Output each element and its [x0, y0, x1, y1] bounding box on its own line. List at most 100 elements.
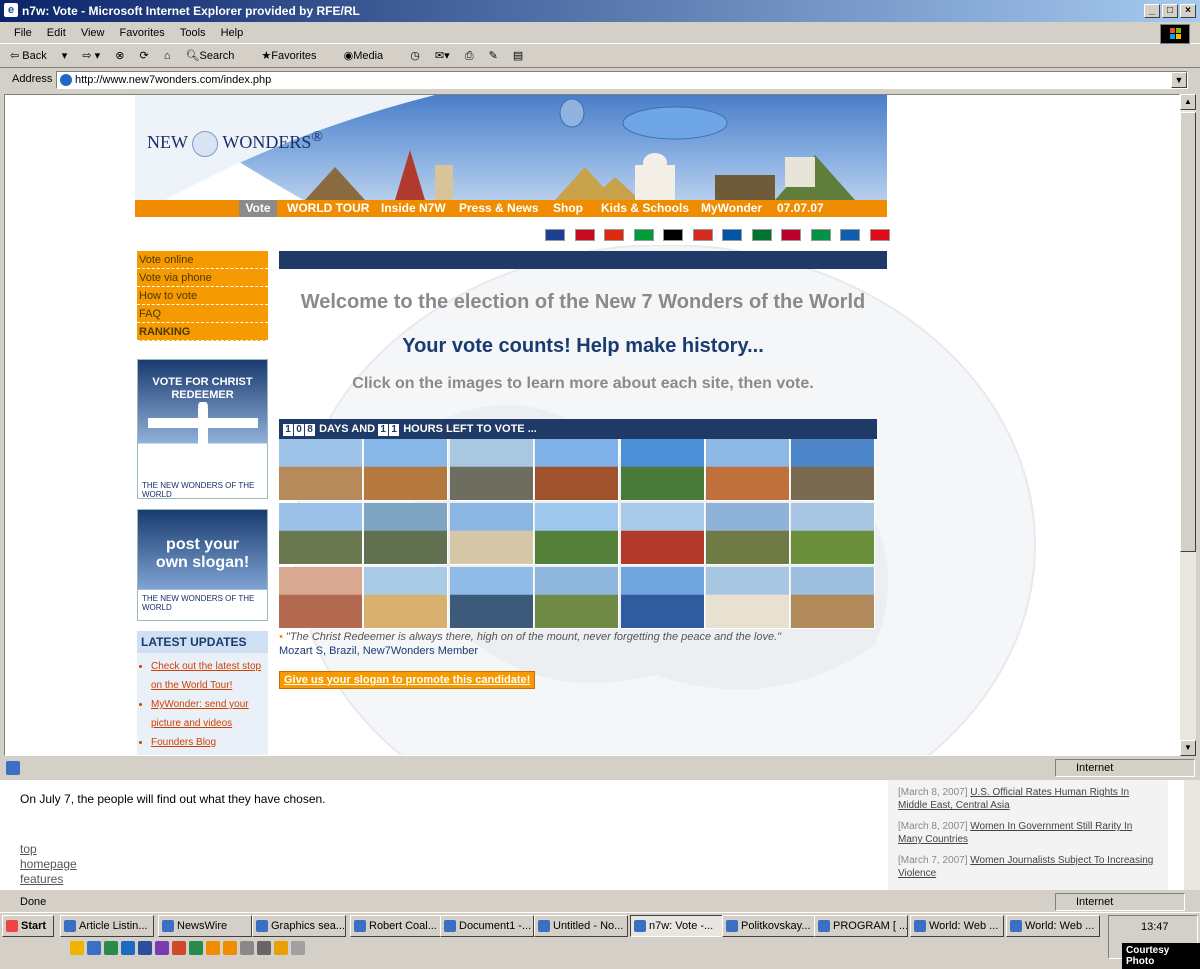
language-flag-icon[interactable] [781, 229, 801, 241]
mail-icon[interactable]: ✉▾ [435, 50, 450, 62]
wonder-thumbnail[interactable] [535, 567, 620, 629]
taskbar-window-button[interactable]: Robert Coal... [350, 915, 444, 937]
wonder-thumbnail[interactable] [449, 503, 534, 565]
nav-press-news[interactable]: Press & News [459, 200, 538, 217]
language-flag-icon[interactable] [692, 229, 713, 241]
taskbar-window-button[interactable]: Article Listin... [60, 915, 154, 937]
update-item[interactable]: Founders Blog [151, 733, 268, 752]
media-button[interactable]: ◉Media [344, 50, 396, 62]
close-button[interactable]: × [1180, 4, 1196, 18]
taskbar-window-button[interactable]: Document1 -... [440, 915, 534, 937]
language-flag-icon[interactable] [751, 229, 772, 241]
home-icon[interactable]: ⌂ [164, 50, 171, 62]
taskbar-window-button[interactable]: Untitled - No... [534, 915, 628, 937]
news-item[interactable]: [March 7, 2007] Women Journalists Subjec… [898, 854, 1158, 880]
quick-launch-icon[interactable] [121, 941, 135, 955]
menu-tools[interactable]: Tools [180, 27, 206, 39]
wonder-thumbnail[interactable] [791, 567, 876, 629]
taskbar-window-button[interactable]: n7w: Vote -... [630, 915, 724, 937]
wonder-thumbnail[interactable] [791, 503, 876, 565]
sidebar-vote-online[interactable]: Vote online [137, 251, 268, 269]
site-logo[interactable]: NEW WONDERS® [147, 129, 323, 157]
wonder-thumbnail[interactable] [279, 439, 363, 501]
christ-redeemer-ad[interactable]: VOTE FOR CHRIST REDEEMER THE NEW WONDERS… [137, 359, 268, 499]
wonder-thumbnail[interactable] [279, 503, 363, 565]
wonder-thumbnail[interactable] [791, 439, 876, 501]
taskbar-window-button[interactable]: Politkovskay... [722, 915, 816, 937]
edit-icon[interactable]: ✎ [489, 50, 498, 62]
taskbar-window-button[interactable]: Graphics sea... [252, 915, 346, 937]
quick-launch-icon[interactable] [70, 941, 84, 955]
slogan-button[interactable]: Give us your slogan to promote this cand… [279, 671, 536, 689]
quick-launch-icon[interactable] [274, 941, 288, 955]
discuss-icon[interactable]: ▤ [513, 50, 523, 62]
nav-kids-schools[interactable]: Kids & Schools [601, 200, 689, 217]
sidebar-vote-phone[interactable]: Vote via phone [137, 269, 268, 287]
wonder-thumbnail[interactable] [449, 439, 534, 501]
history-icon[interactable]: ◷ [410, 50, 420, 62]
language-flag-icon[interactable] [545, 229, 565, 241]
favorites-button[interactable]: ★Favorites [261, 50, 328, 62]
wonder-thumbnail[interactable] [706, 567, 790, 629]
link-top[interactable]: top [20, 842, 77, 857]
vertical-scrollbar[interactable]: ▲ ▼ [1180, 94, 1196, 756]
lower-scrollbar[interactable] [1184, 780, 1200, 890]
sidebar-faq[interactable]: FAQ [137, 305, 268, 323]
link-homepage[interactable]: homepage [20, 857, 77, 872]
quick-launch-icon[interactable] [87, 941, 101, 955]
wonder-thumbnail[interactable] [535, 503, 620, 565]
language-flag-icon[interactable] [840, 229, 860, 241]
address-dropdown-icon[interactable]: ▼ [1171, 72, 1187, 88]
language-flag-icon[interactable] [663, 229, 683, 241]
wonder-thumbnail[interactable] [620, 503, 705, 565]
quick-launch-icon[interactable] [257, 941, 271, 955]
update-item[interactable]: MyWonder: send your picture and videos [151, 695, 268, 733]
wonder-thumbnail[interactable] [364, 567, 449, 629]
maximize-button[interactable]: □ [1162, 4, 1178, 18]
quick-launch-icon[interactable] [291, 941, 305, 955]
nav-070707[interactable]: 07.07.07 [777, 200, 824, 217]
wonder-thumbnail[interactable] [279, 567, 363, 629]
nav-world-tour[interactable]: WORLD TOUR [287, 200, 369, 217]
quick-launch-icon[interactable] [206, 941, 220, 955]
quick-launch-icon[interactable] [223, 941, 237, 955]
wonder-thumbnail[interactable] [706, 503, 790, 565]
print-icon[interactable]: ⎙ [465, 50, 474, 62]
quick-launch-icon[interactable] [189, 941, 203, 955]
taskbar-window-button[interactable]: World: Web ... [910, 915, 1004, 937]
quick-launch-icon[interactable] [240, 941, 254, 955]
wonder-thumbnail[interactable] [364, 503, 449, 565]
language-flag-icon[interactable] [633, 229, 654, 241]
start-button[interactable]: Start [2, 915, 54, 937]
nav-inside-n7w[interactable]: Inside N7W [381, 200, 446, 217]
language-flag-icon[interactable] [604, 229, 624, 241]
taskbar-window-button[interactable]: NewsWire [158, 915, 252, 937]
sidebar-ranking[interactable]: RANKING [137, 323, 268, 341]
wonder-thumbnail[interactable] [620, 439, 705, 501]
link-features[interactable]: features [20, 872, 77, 887]
search-button[interactable]: 🔍︎Search [186, 50, 247, 62]
wonder-thumbnail[interactable] [535, 439, 620, 501]
refresh-icon[interactable]: ⟳ [140, 50, 149, 62]
scroll-thumb[interactable] [1180, 112, 1196, 552]
menu-edit[interactable]: Edit [47, 27, 66, 39]
quick-launch-icon[interactable] [172, 941, 186, 955]
minimize-button[interactable]: _ [1144, 4, 1160, 18]
wonder-thumbnail[interactable] [364, 439, 449, 501]
taskbar-window-button[interactable]: PROGRAM [ ... [814, 915, 908, 937]
sidebar-how-to-vote[interactable]: How to vote [137, 287, 268, 305]
language-flag-icon[interactable] [810, 229, 831, 241]
wonder-thumbnail[interactable] [706, 439, 790, 501]
wonder-thumbnail[interactable] [620, 567, 705, 629]
update-item[interactable]: Check out the latest stop on the World T… [151, 657, 268, 695]
news-item[interactable]: [March 8, 2007] Women In Government Stil… [898, 820, 1158, 846]
nav-mywonder[interactable]: MyWonder [701, 200, 762, 217]
quick-launch-icon[interactable] [138, 941, 152, 955]
menu-file[interactable]: File [14, 27, 32, 39]
back-button[interactable]: ⇦ Back ▾ [10, 50, 67, 62]
scroll-down-icon[interactable]: ▼ [1180, 740, 1196, 756]
nav-vote[interactable]: Vote [239, 200, 277, 217]
post-slogan-ad[interactable]: post your own slogan! THE NEW WONDERS OF… [137, 509, 268, 621]
stop-icon[interactable]: ⊗ [115, 50, 124, 62]
language-flag-icon[interactable] [722, 229, 742, 241]
